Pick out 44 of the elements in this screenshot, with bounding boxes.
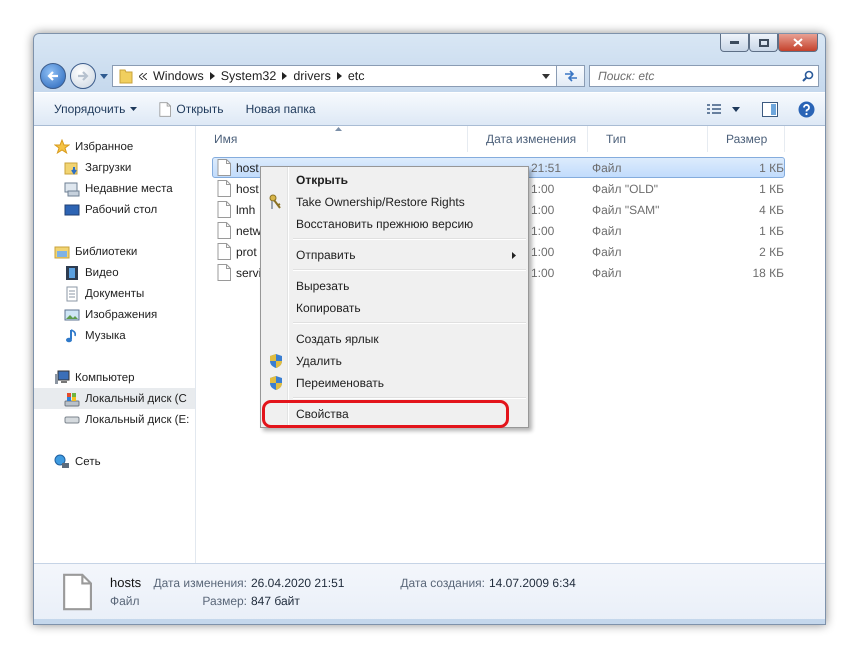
file-size: 4 КБ xyxy=(759,202,784,216)
file-type: Файл xyxy=(592,160,622,174)
sidebar-label: Видео xyxy=(85,266,119,278)
file-name: host xyxy=(236,182,259,196)
modified-date: 1:00 xyxy=(531,224,554,238)
file-name: lmh xyxy=(236,202,256,216)
file-name: hosts xyxy=(110,575,142,590)
file-type: Файл xyxy=(592,224,622,238)
sidebar-label: Недавние места xyxy=(85,182,173,194)
detail-label: Дата создания: xyxy=(399,576,485,590)
file-size: 1 КБ xyxy=(759,182,784,196)
sidebar-label: Локальный диск (C xyxy=(85,392,187,404)
file-size: 1 КБ xyxy=(759,224,784,238)
file-size: 2 КБ xyxy=(759,244,784,258)
detail-label: Размер: xyxy=(201,594,247,608)
file-type: Файл "SAM" xyxy=(592,202,660,216)
sidebar-label: Локальный диск (E: xyxy=(85,414,190,426)
modified-date: 1:00 xyxy=(531,182,554,196)
file-size: 18 КБ xyxy=(752,266,784,280)
detail-value: 847 байт xyxy=(251,594,301,608)
detail-value: 26.04.2020 21:51 xyxy=(251,576,346,590)
file-type: Файл xyxy=(592,266,622,280)
file-type: Файл "OLD" xyxy=(592,182,658,196)
detail-value: 14.07.2009 6:34 xyxy=(489,576,576,590)
file-name: host xyxy=(236,160,259,174)
modified-date: 1:00 xyxy=(531,202,554,216)
sidebar-label: Библиотеки xyxy=(75,246,138,258)
sidebar-label: Сеть xyxy=(75,456,101,468)
file-name: netw xyxy=(236,224,262,238)
modified-date: 1:00 xyxy=(531,244,554,258)
sidebar-label: Загрузки xyxy=(85,162,132,174)
sidebar-label: Изображения xyxy=(85,308,158,320)
file-type: Файл xyxy=(110,594,141,608)
file-name: prot xyxy=(236,244,257,258)
sidebar-label: Музыка xyxy=(85,330,126,342)
sidebar-label: Избранное xyxy=(75,140,134,152)
sidebar-label: Рабочий стол xyxy=(85,204,158,216)
file-size: 1 КБ xyxy=(759,160,784,174)
detail-label: Дата изменения: xyxy=(152,576,247,590)
modified-date: 21:51 xyxy=(531,160,562,174)
sidebar-label: Документы xyxy=(85,288,144,300)
file-type: Файл xyxy=(592,244,622,258)
modified-date: 1:00 xyxy=(531,266,554,280)
sidebar-label: Компьютер xyxy=(75,372,135,384)
